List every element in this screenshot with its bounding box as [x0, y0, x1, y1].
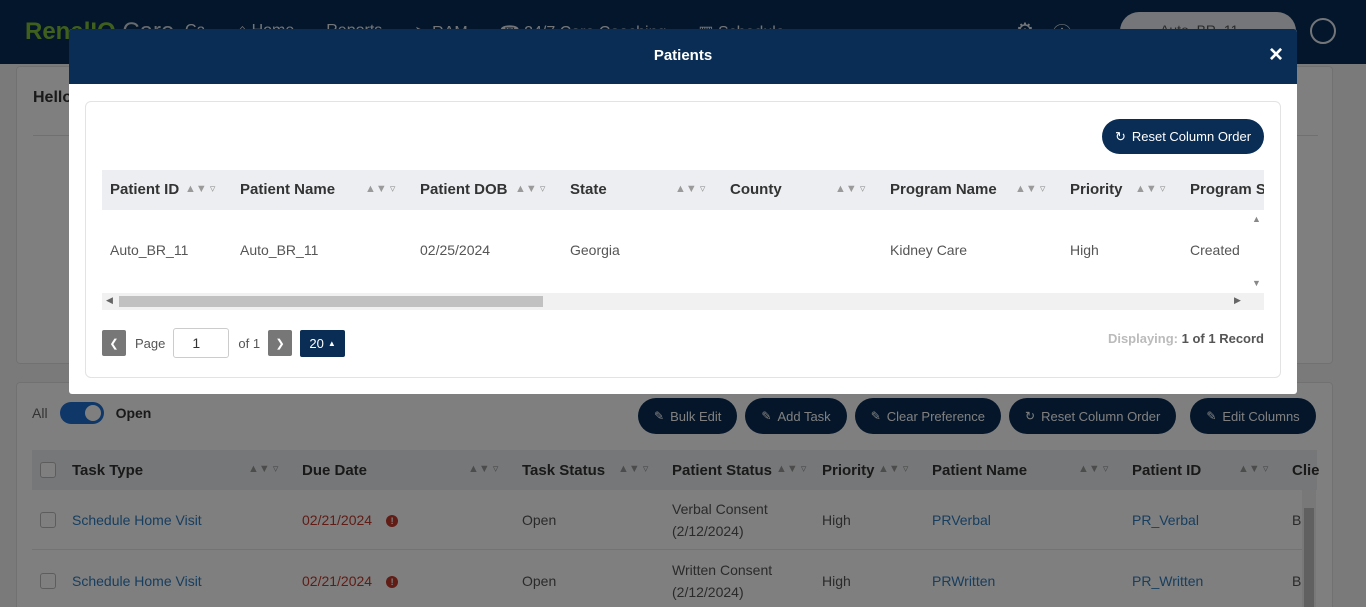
sort-filter-icon[interactable]: ▲▼ ▿	[1135, 182, 1165, 195]
column-header-program-status[interactable]: Program S	[1190, 181, 1264, 198]
table-row[interactable]: Auto_BR_11 Auto_BR_11 02/25/2024 Georgia…	[102, 210, 1252, 292]
patients-modal: Patients × ↻ Reset Column Order Patient …	[69, 29, 1297, 394]
grid-horizontal-scrollbar[interactable]: ◀ ▶	[102, 293, 1264, 310]
sort-filter-icon[interactable]: ▲▼ ▿	[185, 182, 215, 195]
sort-filter-icon[interactable]: ▲▼ ▿	[515, 182, 545, 195]
priority: High	[1070, 242, 1099, 258]
column-header-county[interactable]: County	[730, 181, 782, 198]
reset-column-order-button[interactable]: ↻ Reset Column Order	[1102, 119, 1264, 154]
page-number-input[interactable]: 1	[173, 328, 230, 358]
caret-up-icon: ▲	[327, 338, 336, 348]
patient-id-link[interactable]: Auto_BR_11	[110, 242, 188, 258]
scroll-down-arrow-icon[interactable]: ▼	[1252, 278, 1261, 288]
column-header-state[interactable]: State	[570, 181, 607, 198]
column-header-patient-dob[interactable]: Patient DOB	[420, 181, 508, 198]
next-page-button[interactable]: ❯	[268, 330, 293, 356]
record-count: Displaying: 1 of 1 Record	[1107, 331, 1264, 346]
page-label: Page	[135, 335, 166, 351]
sort-filter-icon[interactable]: ▲▼ ▿	[835, 182, 865, 195]
prev-page-button[interactable]: ❮	[102, 330, 126, 356]
chevron-left-icon: ❮	[109, 337, 119, 350]
column-header-patient-id[interactable]: Patient ID	[110, 181, 179, 198]
modal-header: Patients ×	[69, 29, 1297, 84]
sort-filter-icon[interactable]: ▲▼ ▿	[365, 182, 395, 195]
patients-panel: ↻ Reset Column Order Patient ID ▲▼ ▿ Pat…	[85, 101, 1281, 378]
column-header-patient-name[interactable]: Patient Name	[240, 181, 335, 198]
patients-grid-header: Patient ID ▲▼ ▿ Patient Name ▲▼ ▿ Patien…	[102, 170, 1264, 210]
program-name: Kidney Care	[890, 242, 968, 258]
horizontal-scrollbar-thumb[interactable]	[119, 296, 543, 307]
chevron-right-icon: ❯	[275, 337, 285, 350]
patient-dob: 02/25/2024	[420, 242, 491, 258]
page-size-select[interactable]: 20 ▲	[300, 329, 346, 357]
sort-filter-icon[interactable]: ▲▼ ▿	[1015, 182, 1045, 195]
program-status: Created	[1190, 242, 1240, 258]
page-count-label: of 1	[238, 335, 261, 351]
sort-filter-icon[interactable]: ▲▼ ▿	[675, 182, 705, 195]
column-header-priority[interactable]: Priority	[1070, 181, 1123, 198]
pagination: ❮ Page 1 of 1 ❯ 20 ▲	[102, 328, 346, 358]
scroll-left-arrow-icon[interactable]: ◀	[106, 295, 113, 306]
modal-title: Patients	[653, 47, 713, 64]
grid-vertical-scrollbar[interactable]: ▲ ▼	[1250, 210, 1264, 293]
scroll-right-arrow-icon[interactable]: ▶	[1234, 295, 1241, 306]
refresh-icon: ↻	[1114, 128, 1126, 144]
column-header-program-name[interactable]: Program Name	[890, 181, 997, 198]
close-icon[interactable]: ×	[1269, 43, 1283, 67]
scroll-up-arrow-icon[interactable]: ▲	[1252, 214, 1261, 224]
patient-name-link[interactable]: Auto_BR_11	[240, 242, 318, 258]
patients-grid: Patient ID ▲▼ ▿ Patient Name ▲▼ ▿ Patien…	[102, 170, 1264, 310]
state: Georgia	[570, 242, 620, 258]
